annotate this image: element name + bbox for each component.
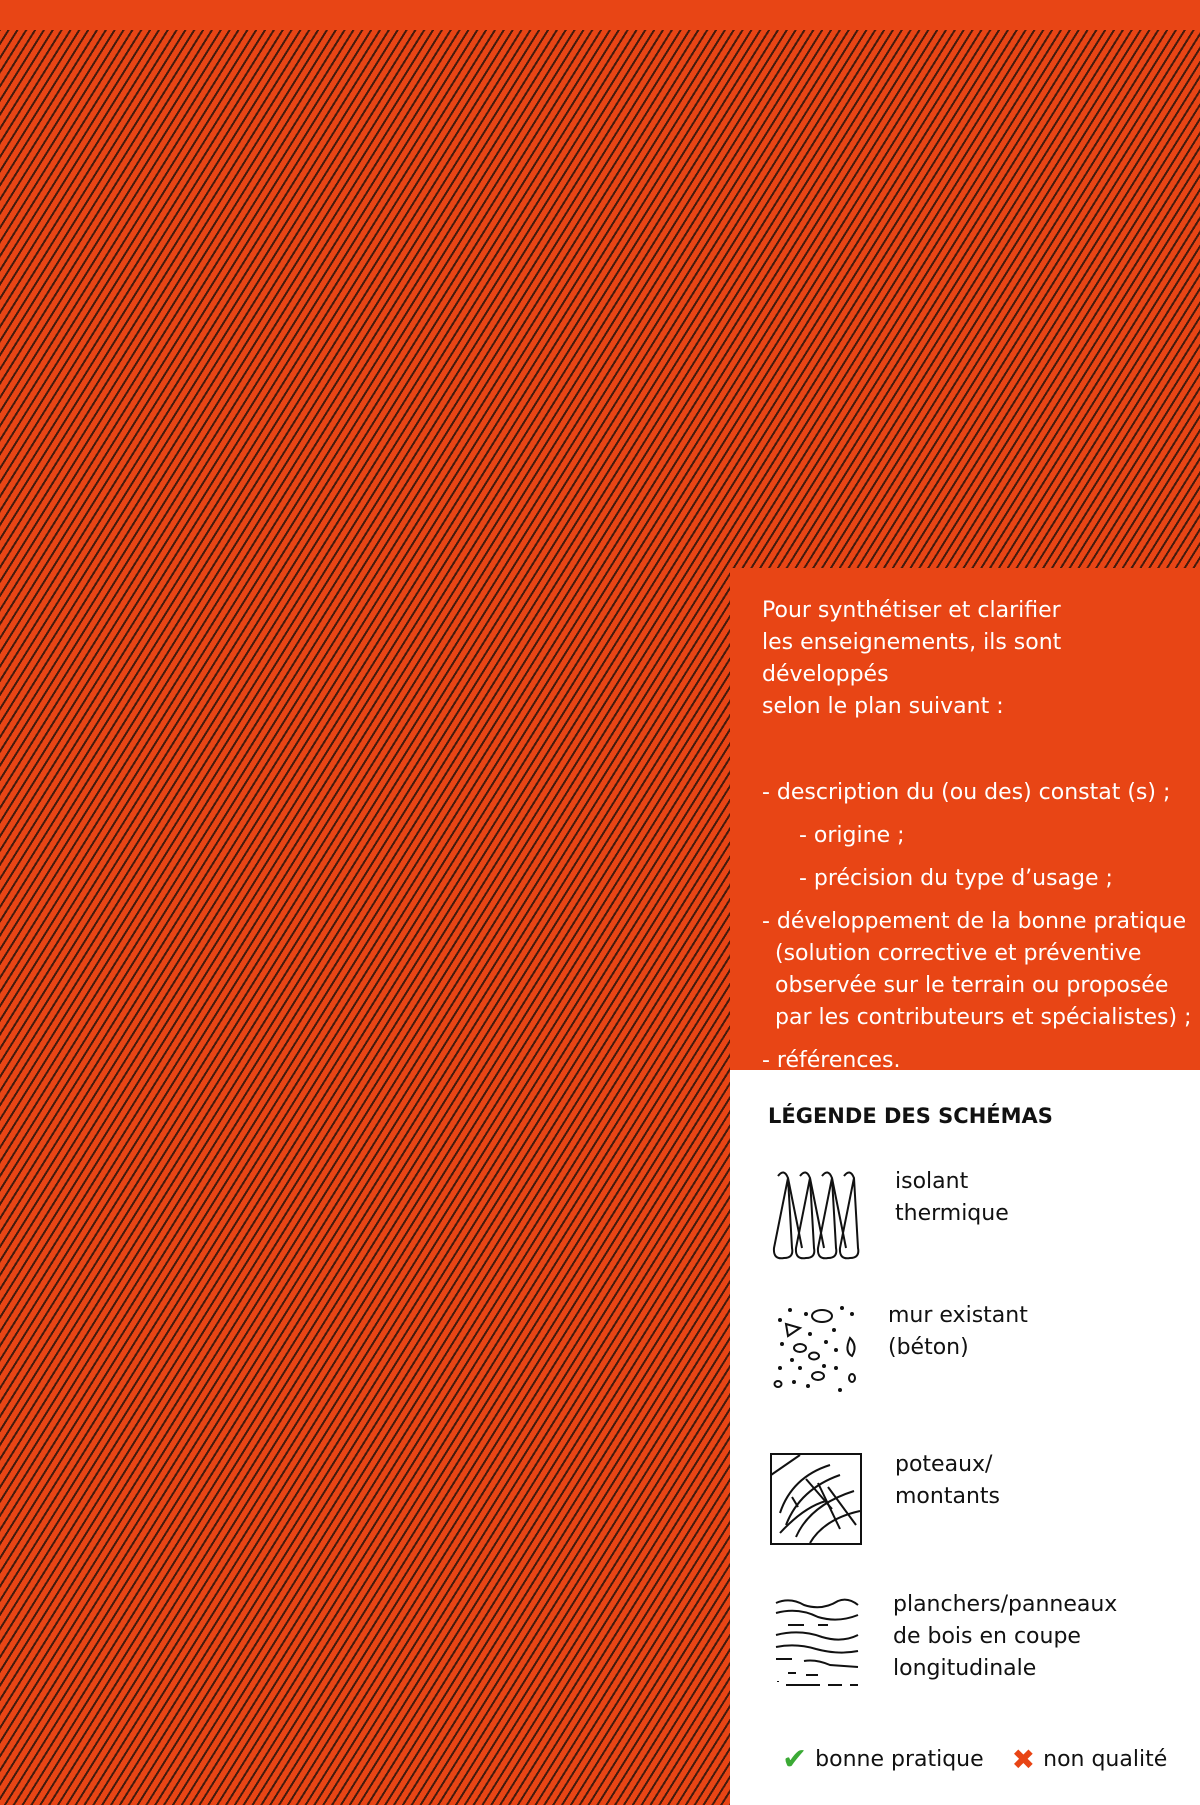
legend-label: poteaux/ montants <box>895 1449 1000 1513</box>
good-practice-label: bonne pratique <box>815 1747 984 1772</box>
wood-plank-icon <box>775 1598 859 1686</box>
legend-label-line: mur existant <box>888 1303 1028 1328</box>
insulation-icon <box>772 1171 860 1260</box>
legend-item-mur: mur existant (béton) <box>770 1302 1190 1402</box>
plan-item-origine: - origine ; <box>799 823 905 848</box>
legend-label-line: planchers/panneaux <box>893 1592 1118 1617</box>
plan-item-constat: - description du (ou des) constat (s) ; <box>762 780 1171 805</box>
legend-title: LÉGENDE DES SCHÉMAS <box>768 1104 1053 1128</box>
legend-item-planchers: planchers/panneaux de bois en coupe long… <box>770 1592 1190 1695</box>
status-legend: ✔ bonne pratique ✖ non qualité <box>782 1742 1167 1777</box>
legend-label: mur existant (béton) <box>888 1300 1028 1364</box>
cross-icon: ✖ <box>1011 1743 1036 1776</box>
legend-label-line: montants <box>895 1484 1000 1509</box>
legend-label-line: isolant <box>895 1169 969 1194</box>
checkmark-icon: ✔ <box>782 1742 808 1777</box>
intro-line: Pour synthétiser et clarifier <box>762 598 1061 623</box>
legend-item-isolant: isolant thermique <box>770 1168 1190 1268</box>
legend-label-line: de bois en coupe <box>893 1624 1081 1649</box>
legend-label-line: thermique <box>895 1201 1009 1226</box>
plan-item-usage: - précision du type d’usage ; <box>799 866 1113 891</box>
legend-item-poteaux: poteaux/ montants <box>770 1452 1190 1553</box>
non-quality-label: non qualité <box>1043 1747 1168 1772</box>
intro-text: Pour synthétiser et clarifier les enseig… <box>762 595 1192 1088</box>
wood-post-icon <box>770 1453 862 1545</box>
legend-label: isolant thermique <box>895 1166 1009 1230</box>
plan-item-bonne-pratique: - développement de la bonne pratique (so… <box>762 909 1192 1030</box>
legend-label-line: poteaux/ <box>895 1452 993 1477</box>
intro-line: les enseignements, ils sont développés <box>762 630 1062 687</box>
legend-panel: LÉGENDE DES SCHÉMAS isolant thermique mu… <box>730 1070 1200 1805</box>
plan-list: - description du (ou des) constat (s) ; … <box>762 777 1192 1077</box>
legend-label: planchers/panneaux de bois en coupe long… <box>893 1589 1117 1685</box>
intro-line: selon le plan suivant : <box>762 694 1004 719</box>
concrete-wall-icon <box>773 1306 856 1392</box>
legend-label-line: (béton) <box>888 1335 969 1360</box>
legend-label-line: longitudinale <box>893 1656 1037 1681</box>
